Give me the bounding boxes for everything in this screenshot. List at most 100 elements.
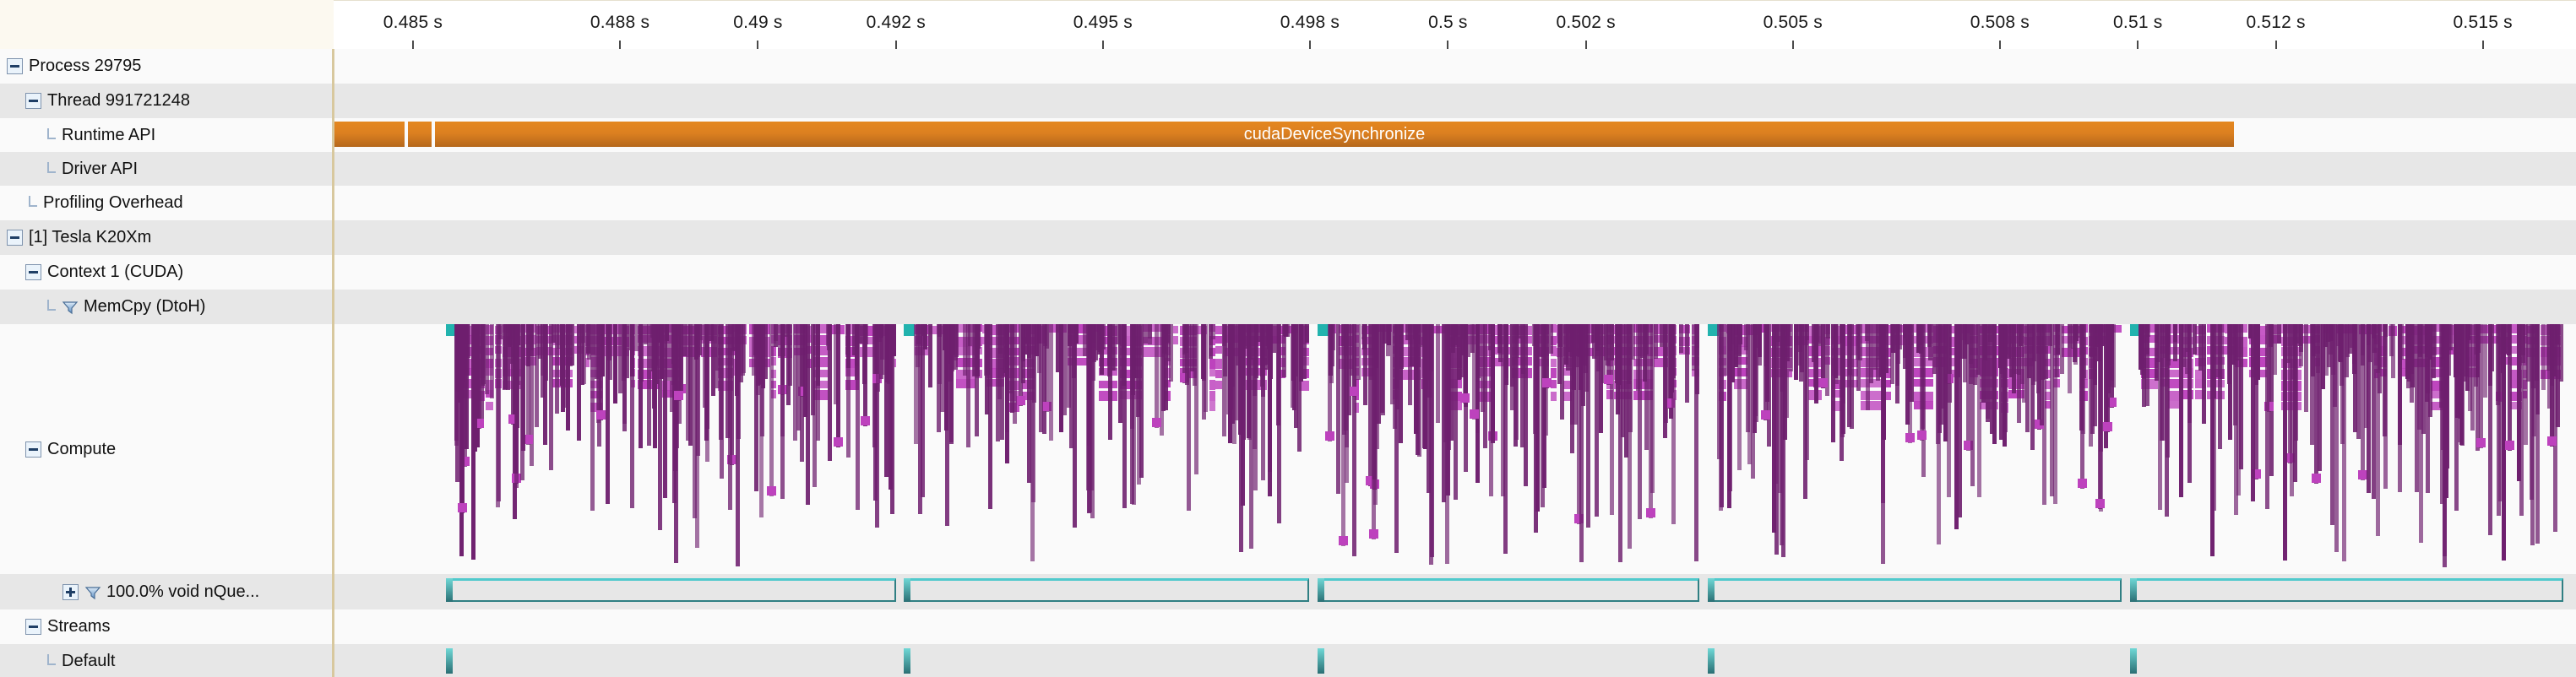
- timeline-row-thread[interactable]: Thread 991721248: [0, 84, 2576, 118]
- kernel-instance-spike[interactable]: [976, 324, 980, 377]
- kernel-instance-spike[interactable]: [1341, 324, 1345, 346]
- collapse-toggle-icon[interactable]: [25, 93, 41, 109]
- kernel-instance-spike[interactable]: [1245, 324, 1249, 349]
- kernel-instance-spike[interactable]: [1430, 324, 1434, 558]
- kernel-instance-spike[interactable]: [2283, 324, 2287, 561]
- kernel-instance-spike[interactable]: [2519, 324, 2524, 517]
- kernel-instance-spike[interactable]: [2060, 324, 2064, 375]
- kernel-instance-spike[interactable]: [1297, 324, 1302, 452]
- kernel-instance-spike[interactable]: [2166, 324, 2171, 348]
- kernel-instance-spike[interactable]: [1695, 324, 1699, 349]
- kernel-instance-spike[interactable]: [2312, 324, 2316, 357]
- kernel-instance-spike[interactable]: [1083, 324, 1087, 356]
- kernel-instance-spike[interactable]: [2158, 324, 2162, 510]
- kernel-instance-spike[interactable]: [1727, 324, 1731, 344]
- kernel-instance-spike[interactable]: [968, 324, 972, 347]
- kernel-instance-spike[interactable]: [606, 324, 610, 504]
- kernel-instance-spike[interactable]: [1265, 324, 1269, 366]
- kernel-instance-spike[interactable]: [937, 324, 941, 433]
- kernel-instance-spike[interactable]: [1831, 324, 1835, 443]
- kernel-instance-spike[interactable]: [1276, 324, 1280, 426]
- kernel-instance-spike[interactable]: [2079, 324, 2084, 431]
- tree-timeline-divider[interactable]: [332, 49, 334, 677]
- kernel-instance-spike[interactable]: [1369, 324, 1373, 381]
- kernel-instance-spike[interactable]: [1100, 324, 1104, 375]
- kernel-instance-block[interactable]: [1905, 432, 1915, 442]
- kernel-instance-spike[interactable]: [1558, 324, 1562, 348]
- kernel-instance-block[interactable]: [1460, 393, 1470, 403]
- kernel-instance-spike[interactable]: [769, 324, 774, 496]
- kernel-instance-spike[interactable]: [1356, 324, 1361, 381]
- kernel-instance-spike[interactable]: [778, 324, 782, 357]
- runtime-api-interval[interactable]: [435, 122, 2234, 147]
- kernel-instance-block[interactable]: [2095, 499, 2105, 509]
- kernel-instance-spike[interactable]: [2352, 324, 2356, 365]
- kernel-instance-spike[interactable]: [599, 324, 603, 420]
- kernel-instance-spike[interactable]: [1943, 324, 1948, 441]
- kernel-instance-spike[interactable]: [2036, 324, 2041, 393]
- collapse-toggle-icon[interactable]: [25, 441, 41, 458]
- kernel-instance-spike[interactable]: [1685, 324, 1689, 403]
- kernel-instance-spike[interactable]: [2193, 324, 2197, 355]
- tree-item-device[interactable]: [1] Tesla K20Xm: [0, 220, 334, 255]
- kernel-instance-spike[interactable]: [671, 324, 676, 365]
- kernel-instance-block[interactable]: [674, 390, 683, 400]
- kernel-instance-spike[interactable]: [2445, 324, 2449, 379]
- kernel-instance-spike[interactable]: [2468, 324, 2472, 411]
- kernel-instance-spike[interactable]: [1881, 324, 1885, 503]
- kernel-instance-spike[interactable]: [485, 324, 489, 394]
- kernel-instance-spike[interactable]: [2419, 324, 2423, 544]
- kernel-instance-spike[interactable]: [1649, 324, 1653, 519]
- kernel-instance-spike[interactable]: [1043, 324, 1047, 346]
- kernel-instance-spike[interactable]: [2488, 324, 2492, 387]
- kernel-instance-spike[interactable]: [1848, 324, 1852, 376]
- kernel-instance-spike[interactable]: [497, 324, 501, 501]
- kernel-instance-spike[interactable]: [1932, 324, 1937, 375]
- tree-item-stream-default[interactable]: Default: [0, 644, 334, 677]
- kernel-instance-spike[interactable]: [460, 324, 465, 514]
- kernel-instance-block[interactable]: [1325, 431, 1334, 441]
- kernel-summary-start-cap[interactable]: [2130, 578, 2137, 602]
- kernel-instance-spike[interactable]: [1362, 324, 1367, 350]
- kernel-instance-spike[interactable]: [1907, 324, 1911, 391]
- kernel-instance-spike[interactable]: [520, 324, 524, 480]
- stream-activity-marker[interactable]: [1708, 648, 1715, 674]
- kernel-instance-spike[interactable]: [587, 324, 591, 360]
- kernel-instance-spike[interactable]: [1918, 324, 1922, 346]
- kernel-instance-block[interactable]: [1551, 392, 1557, 401]
- kernel-instance-spike[interactable]: [1937, 324, 1942, 433]
- timeline-row-stream-default[interactable]: Default: [0, 644, 2576, 677]
- kernel-instance-block[interactable]: [458, 503, 467, 513]
- kernel-instance-spike[interactable]: [2316, 324, 2320, 374]
- kernel-instance-block[interactable]: [2476, 438, 2486, 448]
- kernel-instance-spike[interactable]: [1282, 324, 1286, 377]
- timeline-row-device[interactable]: [1] Tesla K20Xm: [0, 220, 2576, 255]
- track-device[interactable]: [334, 220, 2576, 255]
- kernel-instance-spike[interactable]: [855, 324, 859, 366]
- kernel-instance-spike[interactable]: [2329, 324, 2333, 355]
- kernel-instance-block[interactable]: [1173, 326, 1178, 333]
- track-stream-default[interactable]: [334, 644, 2576, 677]
- kernel-instance-spike[interactable]: [526, 324, 530, 446]
- kernel-instance-block[interactable]: [1551, 380, 1557, 388]
- kernel-instance-spike[interactable]: [1840, 324, 1844, 344]
- timeline-row-streams[interactable]: Streams: [0, 609, 2576, 644]
- timeline-row-compute[interactable]: Compute: [0, 324, 2576, 574]
- kernel-instance-spike[interactable]: [1631, 324, 1635, 360]
- kernel-instance-spike[interactable]: [686, 324, 690, 441]
- kernel-instance-block[interactable]: [1215, 346, 1222, 354]
- kernel-instance-spike[interactable]: [2372, 324, 2377, 354]
- kernel-instance-spike[interactable]: [2425, 324, 2429, 402]
- kernel-instance-spike[interactable]: [785, 324, 789, 337]
- kernel-instance-spike[interactable]: [1570, 324, 1574, 358]
- kernel-instance-block[interactable]: [1215, 326, 1222, 334]
- kernel-instance-spike[interactable]: [1139, 324, 1144, 479]
- kernel-instance-spike[interactable]: [1856, 324, 1860, 360]
- kernel-instance-block[interactable]: [1861, 391, 1883, 400]
- kernel-instance-block[interactable]: [2168, 370, 2180, 377]
- kernel-instance-spike[interactable]: [726, 324, 730, 438]
- kernel-instance-spike[interactable]: [1148, 324, 1152, 344]
- kernel-instance-spike[interactable]: [2383, 324, 2388, 337]
- kernel-instance-spike[interactable]: [1717, 324, 1721, 460]
- kernel-instance-spike[interactable]: [1983, 324, 1987, 361]
